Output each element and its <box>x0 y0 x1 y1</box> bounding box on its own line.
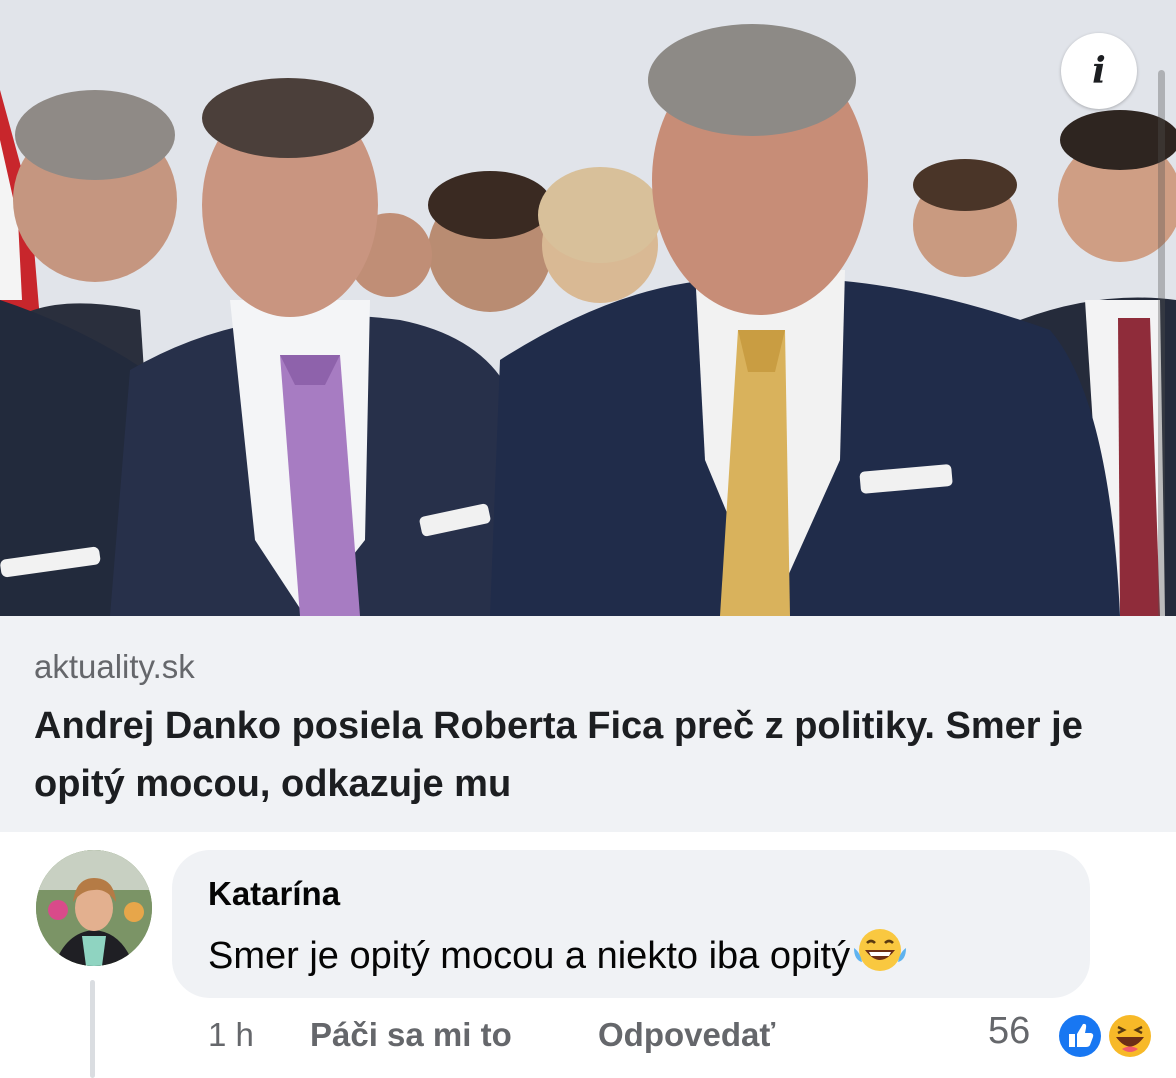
reaction-count[interactable]: 56 <box>988 1010 1030 1053</box>
laughing-tears-emoji-icon <box>854 929 907 971</box>
like-button[interactable]: Páči sa mi to <box>310 1016 512 1054</box>
comment-timestamp[interactable]: 1 h <box>208 1016 254 1054</box>
avatar[interactable] <box>36 850 152 966</box>
link-preview-image[interactable]: i <box>0 0 1176 616</box>
reaction-summary[interactable] <box>1054 1010 1158 1062</box>
news-photo-illustration <box>0 0 1176 616</box>
thread-line <box>90 980 95 1078</box>
link-domain: aktuality.sk <box>34 648 195 685</box>
info-icon[interactable]: i <box>1061 33 1137 109</box>
like-reaction-icon <box>1056 1012 1104 1060</box>
comment-text-row: Smer je opitý mocou a niekto iba opitý <box>208 926 908 978</box>
link-headline[interactable]: Andrej Danko posiela Roberta Fica preč z… <box>34 697 1144 813</box>
reply-button[interactable]: Odpovedať <box>598 1016 775 1054</box>
avatar-photo <box>36 850 152 966</box>
comment-author[interactable]: Katarína <box>208 875 340 913</box>
haha-reaction-icon <box>1106 1012 1154 1060</box>
comment-text: Smer je opitý mocou a niekto iba opitý <box>208 935 851 977</box>
